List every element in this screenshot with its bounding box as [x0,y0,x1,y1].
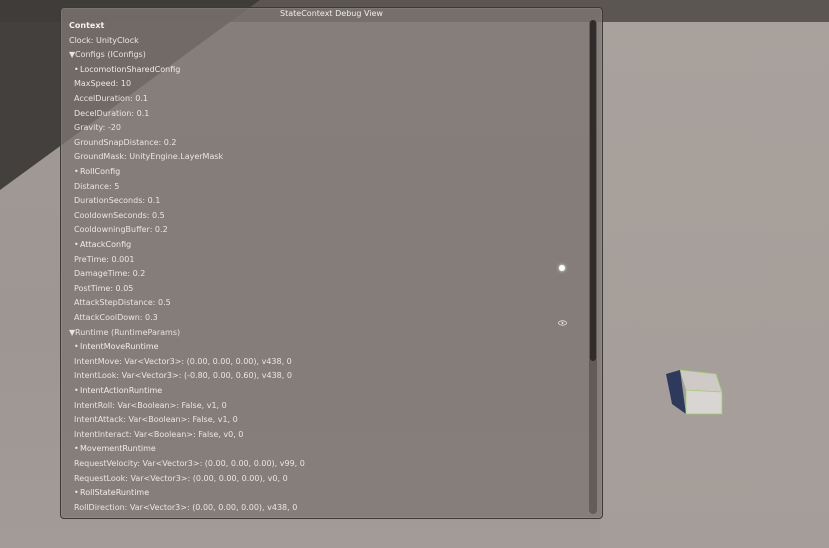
foldout-item[interactable]: •RollStateRuntime [74,487,149,498]
row-text: DurationSeconds: 0.1 [74,196,161,206]
field-row: Distance: 5 [74,181,119,192]
row-text: PostTime: 0.05 [74,283,134,293]
field-row: IntentLook: Var<Vector3>: (-0.80, 0.00, … [74,370,292,381]
row-text: MovementRuntime [80,444,156,454]
row-text: RollDirection: Var<Vector3>: (0.00, 0.00… [74,502,298,512]
row-text: RollConfig [80,167,121,176]
field-row: CooldowningBuffer: 0.2 [74,224,168,235]
field-row: AttackCoolDown: 0.3 [74,312,158,323]
row-text: AccelDuration: 0.1 [74,94,148,103]
row-text: DecelDuration: 0.1 [74,108,150,118]
row-text: Clock: UnityClock [69,35,139,45]
field-row: IntentRoll: Var<Boolean>: False, v1, 0 [74,400,227,411]
field-row: IntentAttack: Var<Boolean>: False, v1, 0 [74,414,238,425]
field-row: RequestLook: Var<Vector3>: (0.00, 0.00, … [74,473,288,484]
row-text: AttackStepDistance: 0.5 [74,298,171,308]
window-title: StateContext Debug View [280,9,383,18]
row-text: IntentActionRuntime [80,386,163,395]
row-text: AttackConfig [80,240,132,249]
row-text: LocomotionSharedConfig [80,64,181,74]
row-text: IntentLook: Var<Vector3>: (-0.80, 0.00, … [74,371,292,381]
cube-front-face [685,389,723,415]
field-row: AccelDuration: 0.1 [74,93,148,104]
row-text: RollStateRuntime [80,488,150,498]
field-row: GroundMask: UnityEngine.LayerMask [74,151,223,162]
row-text: IntentAttack: Var<Boolean>: False, v1, 0 [74,415,238,425]
field-row: CooldownSeconds: 0.5 [74,210,165,221]
row-text: CooldowningBuffer: 0.2 [74,225,168,235]
row-text: DamageTime: 0.2 [74,269,146,279]
eye-icon [558,320,567,326]
row-text: GroundSnapDistance: 0.2 [74,137,177,147]
cube-object[interactable] [664,368,726,418]
field-row: PreTime: 0.001 [74,254,134,265]
field-row: DurationSeconds: 0.1 [74,195,160,206]
section-header: Context [69,20,104,31]
row-text: Context [69,21,105,30]
row-text: Gravity: -20 [74,123,121,133]
debug-content[interactable]: Context Clock: UnityClock ▼Configs (IConfi… [69,19,589,513]
row-text: IntentInteract: Var<Boolean>: False, v0,… [74,429,244,439]
field-row: IntentMove: Var<Vector3>: (0.00, 0.00, 0… [74,356,292,367]
field-row: MaxSpeed: 10 [74,78,131,89]
field-row: GroundSnapDistance: 0.2 [74,137,177,148]
field-row: RequestVelocity: Var<Vector3>: (0.00, 0.… [74,458,305,469]
foldout-item[interactable]: •MovementRuntime [74,443,156,454]
field-row: DamageTime: 0.2 [74,268,145,279]
field-row: DecelDuration: 0.1 [74,108,149,119]
row-text: IntentMoveRuntime [80,342,159,352]
field-row: RollDirection: Var<Vector3>: (0.00, 0.00… [74,502,297,513]
foldout-item[interactable]: •LocomotionSharedConfig [74,64,180,75]
cube-top-face [680,370,722,392]
row-text: IntentMove: Var<Vector3>: (0.00, 0.00, 0… [74,356,292,366]
foldout-section[interactable]: ▼Configs (IConfigs) [69,49,146,60]
context-clock-row: Clock: UnityClock [69,35,139,46]
field-row: Gravity: -20 [74,122,121,133]
row-text: RequestLook: Var<Vector3>: (0.00, 0.00, … [74,473,288,483]
row-text: IntentRoll: Var<Boolean>: False, v1, 0 [74,400,227,410]
field-row: IntentInteract: Var<Boolean>: False, v0,… [74,429,243,440]
row-text: RequestVelocity: Var<Vector3>: (0.00, 0.… [74,459,305,468]
foldout-item[interactable]: •RollConfig [74,166,120,177]
foldout-section[interactable]: ▼Runtime (RuntimeParams) [69,327,180,338]
field-row: PostTime: 0.05 [74,283,133,294]
foldout-item[interactable]: •AttackConfig [74,239,131,250]
row-text: CooldownSeconds: 0.5 [74,210,165,220]
ground-plane [600,22,829,548]
scene-viewport: StateContext Debug View Context Clock: Un… [0,0,829,548]
light-glint-icon [559,265,565,271]
row-text: Runtime (RuntimeParams) [75,327,181,337]
row-text: Configs (IConfigs) [75,50,146,60]
foldout-item[interactable]: •IntentMoveRuntime [74,341,159,352]
row-text: Distance: 5 [74,181,120,191]
field-row: AttackStepDistance: 0.5 [74,297,171,308]
row-text: MaxSpeed: 10 [74,79,132,89]
foldout-item[interactable]: •IntentActionRuntime [74,385,162,396]
row-text: AttackCoolDown: 0.3 [74,313,158,322]
row-text: GroundMask: UnityEngine.LayerMask [74,152,224,162]
debug-window[interactable]: StateContext Debug View Context Clock: Un… [60,7,603,519]
row-text: PreTime: 0.001 [74,254,135,264]
scrollbar-thumb[interactable] [590,20,596,361]
